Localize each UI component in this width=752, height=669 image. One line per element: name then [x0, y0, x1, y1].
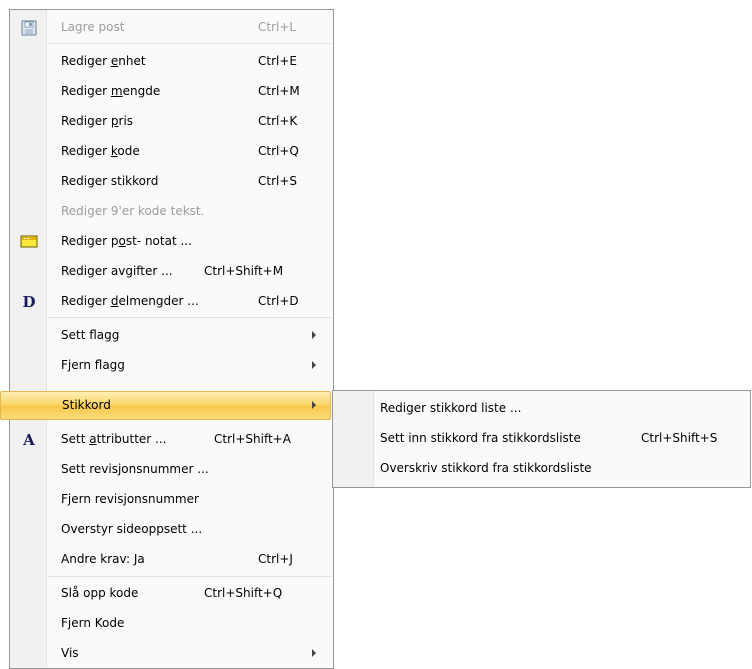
shortcut-label: Ctrl+L [258, 20, 297, 34]
d-letter-icon: D [22, 293, 36, 311]
menu-item-fjern-kode[interactable]: Fjern Kode [12, 609, 331, 638]
note-icon [19, 232, 39, 252]
menu-item-rediger-stikkord[interactable]: Rediger stikkord Ctrl+S [12, 167, 331, 196]
menu-item-rediger-kode[interactable]: Rediger kode Ctrl+Q [12, 137, 331, 166]
menu-item-rediger-avgifter[interactable]: Rediger avgifter ... Ctrl+Shift+M [12, 257, 331, 286]
shortcut-label: Ctrl+Shift+Q [204, 586, 283, 600]
menu-item-lagre-post: Lagre post Ctrl+L [12, 13, 331, 42]
menu-item-sett-flagg[interactable]: Sett flagg [12, 321, 331, 350]
shortcut-label: Ctrl+Shift+M [204, 264, 284, 278]
shortcut-label: Ctrl+J [258, 552, 293, 566]
save-icon [19, 18, 39, 38]
menu-item-rediger-9er-kode-tekst: Rediger 9'er kode tekst. [61, 204, 205, 218]
menu-item-sett-attributter[interactable]: A Sett attributter ... Ctrl+Shift+A [12, 425, 331, 454]
menu-item-fjern-flagg[interactable]: Fjern flagg [12, 351, 331, 380]
menu-separator [48, 43, 331, 44]
shortcut-label: Ctrl+Shift+S [641, 431, 718, 445]
submenu-arrow-icon [312, 361, 316, 369]
menu-item-rediger-delmengder[interactable]: D Rediger delmengder ... Ctrl+D [12, 287, 331, 316]
shortcut-label: Ctrl+M [258, 84, 300, 98]
shortcut-label: Ctrl+K [258, 114, 298, 128]
menu-item-rediger-enhet[interactable]: Rediger enhet Ctrl+E [12, 47, 331, 76]
submenu-item-sett-inn-stikkord[interactable]: Sett inn stikkord fra stikkordsliste Ctr… [335, 424, 748, 453]
stikkord-submenu: Rediger stikkord liste ... Sett inn stik… [332, 390, 751, 488]
context-menu: Lagre post Ctrl+L Rediger enhet Ctrl+E R… [0, 9, 334, 669]
shortcut-label: Ctrl+Q [258, 144, 299, 158]
submenu-arrow-icon [312, 401, 316, 409]
menu-item-overstyr-sideoppsett[interactable]: Overstyr sideoppsett ... [12, 515, 331, 544]
shortcut-label: Ctrl+Shift+A [214, 432, 291, 446]
shortcut-label: Ctrl+E [258, 54, 297, 68]
menu-item-rediger-post-notat[interactable]: Rediger post- notat ... [12, 227, 331, 256]
shortcut-label: Ctrl+D [258, 294, 299, 308]
menu-item-rediger-pris[interactable]: Rediger pris Ctrl+K [12, 107, 331, 136]
menu-item-fjern-revisjonsnummer[interactable]: Fjern revisjonsnummer [12, 485, 331, 514]
menu-item-sla-opp-kode[interactable]: Slå opp kode Ctrl+Shift+Q [12, 579, 331, 608]
shortcut-label: Ctrl+S [258, 174, 298, 188]
menu-item-stikkord[interactable]: Stikkord [0, 391, 331, 420]
menu-item-rediger-mengde[interactable]: Rediger mengde Ctrl+M [12, 77, 331, 106]
submenu-item-overskriv-stikkord[interactable]: Overskriv stikkord fra stikkordsliste [335, 454, 748, 483]
menu-separator [48, 317, 331, 318]
a-letter-icon: A [23, 431, 35, 449]
submenu-item-rediger-stikkord-liste[interactable]: Rediger stikkord liste ... [335, 394, 748, 423]
submenu-arrow-icon [312, 649, 316, 657]
menu-separator [48, 576, 331, 577]
menu-item-andre-krav[interactable]: Andre krav: Ja Ctrl+J [12, 545, 331, 574]
menu-item-sett-revisjonsnummer[interactable]: Sett revisjonsnummer ... [12, 455, 331, 484]
submenu-arrow-icon [312, 331, 316, 339]
